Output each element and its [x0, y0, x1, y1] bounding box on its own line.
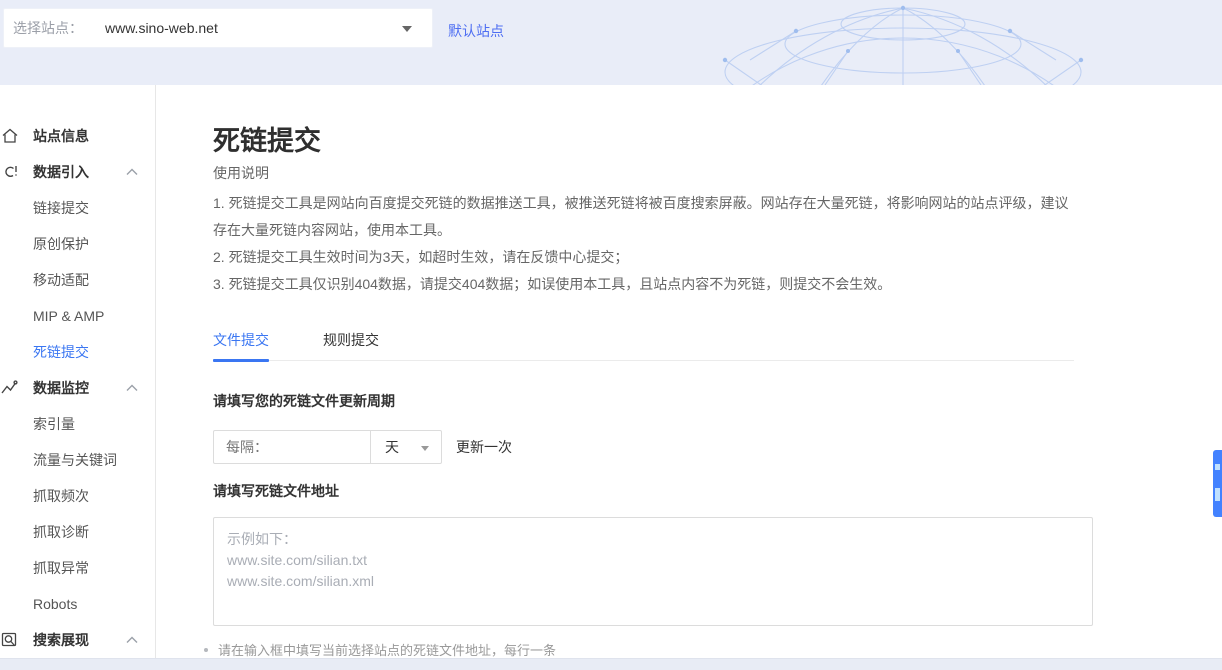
usage-point-3: 3. 死链提交工具仅识别404数据，请提交404数据；如误使用本工具，且站点内容…	[213, 271, 1077, 298]
sidebar-item-crawl-error[interactable]: 抓取异常	[0, 550, 155, 586]
usage-instructions: 1. 死链提交工具是网站向百度提交死链的数据推送工具，被推送死链将被百度搜索屏蔽…	[213, 190, 1077, 298]
sidebar-item-search-display[interactable]: 搜索展现	[0, 622, 155, 658]
home-icon	[1, 127, 19, 145]
cycle-interval-input[interactable]	[213, 430, 371, 464]
usage-point-2: 2. 死链提交工具生效时间为3天，如超时生效，请在反馈中心提交；	[213, 244, 1077, 271]
file-note: 请在输入框中填写当前选择站点的死链文件地址，每行一条	[204, 640, 556, 659]
usage-title: 使用说明	[213, 163, 269, 183]
sidebar-item-original-protect[interactable]: 原创保护	[0, 226, 155, 262]
bullet-dot	[204, 648, 208, 652]
feedback-tab[interactable]	[1213, 450, 1222, 517]
sidebar-item-data-monitor[interactable]: 数据监控	[0, 370, 155, 406]
tab-label: 文件提交	[213, 330, 269, 350]
sidebar: 站点信息 数据引入 链接提交 原创保护 移动适配 MIP & AMP	[0, 85, 156, 658]
wireframe-globe-graphic	[645, 0, 1222, 85]
chevron-down-icon	[402, 26, 412, 32]
sidebar-item-mobile-adapt[interactable]: 移动适配	[0, 262, 155, 298]
sidebar-item-dead-link[interactable]: 死链提交	[0, 334, 155, 370]
sidebar-item-crawl-frequency[interactable]: 抓取频次	[0, 478, 155, 514]
sidebar-item-label: 链接提交	[33, 198, 89, 218]
cycle-suffix-text: 更新一次	[456, 437, 512, 457]
sidebar-item-index-volume[interactable]: 索引量	[0, 406, 155, 442]
sidebar-item-label: 数据引入	[33, 162, 89, 182]
dead-link-submit-page: 选择站点： www.sino-web.net 默认站点 站点信息 数据引入	[0, 0, 1222, 670]
file-section-label: 请填写死链文件地址	[213, 481, 339, 501]
chevron-down-icon	[421, 446, 429, 451]
tab-label: 规则提交	[323, 330, 379, 350]
sidebar-item-label: 抓取诊断	[33, 522, 89, 542]
sidebar-item-label: 站点信息	[33, 126, 89, 146]
cycle-unit-select[interactable]: 天	[371, 430, 442, 464]
page-title: 死链提交	[213, 119, 321, 158]
tab-file-submit[interactable]: 文件提交	[213, 330, 269, 361]
sidebar-item-label: 搜索展现	[33, 630, 89, 650]
sidebar-item-traffic-keywords[interactable]: 流量与关键词	[0, 442, 155, 478]
sidebar-item-label: 死链提交	[33, 342, 89, 362]
sidebar-item-label: 数据监控	[33, 378, 89, 398]
sidebar-item-link-submit[interactable]: 链接提交	[0, 190, 155, 226]
sidebar-item-label: MIP & AMP	[33, 308, 104, 324]
sidebar-item-label: 移动适配	[33, 270, 89, 290]
usage-point-1: 1. 死链提交工具是网站向百度提交死链的数据推送工具，被推送死链将被百度搜索屏蔽…	[213, 190, 1077, 244]
tab-rule-submit[interactable]: 规则提交	[323, 330, 379, 361]
data-import-icon	[1, 163, 19, 181]
cycle-row: 天 更新一次	[213, 430, 512, 464]
sidebar-item-label: 原创保护	[33, 234, 89, 254]
sidebar-item-label: 抓取异常	[33, 558, 89, 578]
feedback-tab-mark	[1215, 464, 1220, 470]
chevron-up-icon	[126, 168, 138, 176]
feedback-tab-mark	[1215, 488, 1220, 501]
sidebar-item-crawl-diagnosis[interactable]: 抓取诊断	[0, 514, 155, 550]
sidebar-item-site-info[interactable]: 站点信息	[0, 118, 155, 154]
search-display-icon	[1, 631, 19, 649]
chevron-up-icon	[126, 384, 138, 392]
sidebar-item-robots[interactable]: Robots	[0, 586, 155, 622]
default-site-link[interactable]: 默认站点	[448, 21, 504, 41]
sidebar-item-data-import[interactable]: 数据引入	[0, 154, 155, 190]
sidebar-item-label: 流量与关键词	[33, 450, 117, 470]
chevron-up-icon	[126, 636, 138, 644]
data-monitor-icon	[1, 379, 19, 397]
cycle-unit-value: 天	[385, 437, 399, 457]
sidebar-item-label: 抓取频次	[33, 486, 89, 506]
sidebar-item-mip-amp[interactable]: MIP & AMP	[0, 298, 155, 334]
site-selector-label: 选择站点：	[13, 18, 83, 38]
sidebar-item-label: 索引量	[33, 414, 75, 434]
file-note-text: 请在输入框中填写当前选择站点的死链文件地址，每行一条	[218, 640, 556, 659]
cycle-section-label: 请填写您的死链文件更新周期	[213, 391, 395, 411]
site-selector-value: www.sino-web.net	[105, 20, 218, 36]
bottom-band	[0, 658, 1222, 670]
site-selector[interactable]: 选择站点： www.sino-web.net	[3, 8, 433, 48]
top-banner: 选择站点： www.sino-web.net 默认站点	[0, 0, 1222, 85]
sidebar-item-label: Robots	[33, 596, 77, 612]
submit-tabs: 文件提交 规则提交	[213, 330, 1074, 361]
dead-link-file-textarea[interactable]	[213, 517, 1093, 626]
